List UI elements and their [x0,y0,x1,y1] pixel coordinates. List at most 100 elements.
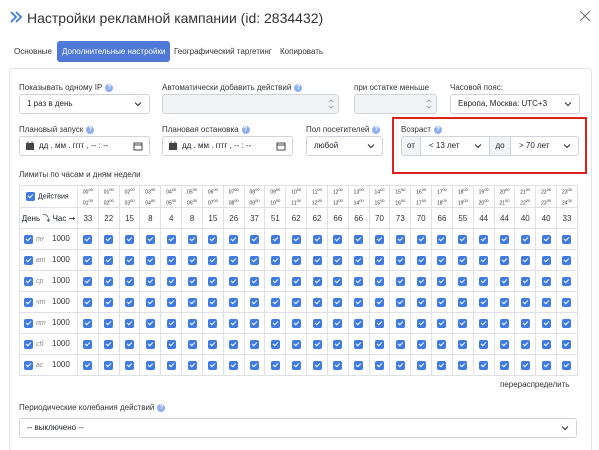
hour-checkbox[interactable] [187,339,197,349]
hour-checkbox[interactable] [562,339,572,349]
hour-limit-input[interactable]: 73 [389,207,412,230]
hour-checkbox[interactable] [229,339,239,349]
hour-checkbox[interactable] [354,339,364,349]
hour-limit-input[interactable]: 51 [264,207,287,230]
hour-checkbox[interactable] [395,360,405,370]
hour-checkbox[interactable] [562,276,572,286]
hour-limit-input[interactable]: 22 [97,207,120,230]
hour-limit-input[interactable]: 8 [139,207,162,230]
hour-limit-input[interactable]: 70 [368,207,391,230]
day-checkbox[interactable] [24,256,33,266]
hour-checkbox[interactable] [437,255,447,265]
hour-checkbox[interactable] [499,339,509,349]
hour-checkbox[interactable] [145,255,155,265]
hour-checkbox[interactable] [229,360,239,370]
hour-checkbox[interactable] [541,339,551,349]
hour-checkbox[interactable] [499,255,509,265]
hour-checkbox[interactable] [437,234,447,244]
hour-checkbox[interactable] [291,318,301,328]
hour-limit-input[interactable]: 70 [410,207,433,230]
hour-checkbox[interactable] [479,255,489,265]
hour-checkbox[interactable] [333,297,343,307]
hour-checkbox[interactable] [291,297,301,307]
day-limit-input[interactable]: 1000 [52,276,70,285]
hour-checkbox[interactable] [83,318,93,328]
tab-main[interactable]: Основные [9,41,57,62]
hour-checkbox[interactable] [416,297,426,307]
day-limit-input[interactable]: 1000 [52,255,70,264]
hour-checkbox[interactable] [83,360,93,370]
hour-checkbox[interactable] [270,234,280,244]
hour-checkbox[interactable] [562,255,572,265]
hour-checkbox[interactable] [333,255,343,265]
hour-checkbox[interactable] [416,276,426,286]
hour-checkbox[interactable] [145,234,155,244]
hour-checkbox[interactable] [104,339,114,349]
hour-checkbox[interactable] [375,276,384,286]
age-from-select[interactable]: < 13 лет [420,136,490,156]
hour-checkbox[interactable] [354,255,364,265]
hour-checkbox[interactable] [166,276,176,286]
age-to-select[interactable]: > 70 лет [510,136,579,156]
hour-checkbox[interactable] [479,234,489,244]
hour-checkbox[interactable] [104,276,114,286]
hour-checkbox[interactable] [458,360,468,370]
hour-checkbox[interactable] [229,255,239,265]
hour-checkbox[interactable] [395,318,405,328]
hour-checkbox[interactable] [395,276,405,286]
hour-checkbox[interactable] [104,297,114,307]
hour-checkbox[interactable] [208,276,218,286]
day-limit-input[interactable]: 1000 [52,339,70,348]
hour-checkbox[interactable] [145,318,155,328]
hour-checkbox[interactable] [499,318,509,328]
hour-checkbox[interactable] [208,318,218,328]
hour-checkbox[interactable] [291,276,301,286]
hour-limit-input[interactable]: 44 [493,207,516,230]
hour-limit-input[interactable]: 62 [306,207,328,230]
day-limit-input[interactable]: 1000 [52,297,70,306]
auto-add-input[interactable] [162,94,339,114]
hour-checkbox[interactable] [208,297,218,307]
hour-checkbox[interactable] [270,276,280,286]
hour-checkbox[interactable] [125,297,135,307]
hour-checkbox[interactable] [354,234,364,244]
select-all-checkbox[interactable] [26,192,35,202]
hour-checkbox[interactable] [104,318,114,328]
hour-checkbox[interactable] [229,276,239,286]
hour-checkbox[interactable] [208,234,218,244]
hour-limit-input[interactable]: 66 [347,207,370,230]
hour-checkbox[interactable] [187,297,197,307]
hour-checkbox[interactable] [187,318,197,328]
help-icon[interactable]: ? [372,125,381,134]
hour-checkbox[interactable] [541,276,551,286]
hour-checkbox[interactable] [395,234,405,244]
close-icon[interactable] [578,9,592,23]
tab-additional-settings[interactable]: Дополнительные настройки [57,41,171,62]
hour-checkbox[interactable] [333,234,343,244]
help-icon[interactable]: ? [294,83,303,92]
hour-checkbox[interactable] [395,297,405,307]
hour-checkbox[interactable] [375,339,384,349]
calendar-icon[interactable] [133,141,143,151]
hour-checkbox[interactable] [437,339,447,349]
hour-checkbox[interactable] [375,360,384,370]
hour-checkbox[interactable] [104,255,114,265]
hour-checkbox[interactable] [354,318,364,328]
planned-start-input[interactable]: дд . мм . гггг , -- : -- [19,136,150,156]
day-checkbox[interactable] [24,277,33,287]
hour-checkbox[interactable] [479,276,489,286]
hour-checkbox[interactable] [562,297,572,307]
hour-checkbox[interactable] [458,318,468,328]
day-checkbox[interactable] [24,340,33,350]
hour-checkbox[interactable] [562,234,572,244]
hour-checkbox[interactable] [270,297,280,307]
hour-checkbox[interactable] [458,234,468,244]
hour-checkbox[interactable] [416,318,426,328]
hour-checkbox[interactable] [312,318,322,328]
hour-checkbox[interactable] [145,339,155,349]
hour-checkbox[interactable] [229,297,239,307]
hour-checkbox[interactable] [125,255,135,265]
hour-limit-input[interactable]: 37 [243,207,266,230]
hour-checkbox[interactable] [541,360,551,370]
hour-checkbox[interactable] [83,297,93,307]
